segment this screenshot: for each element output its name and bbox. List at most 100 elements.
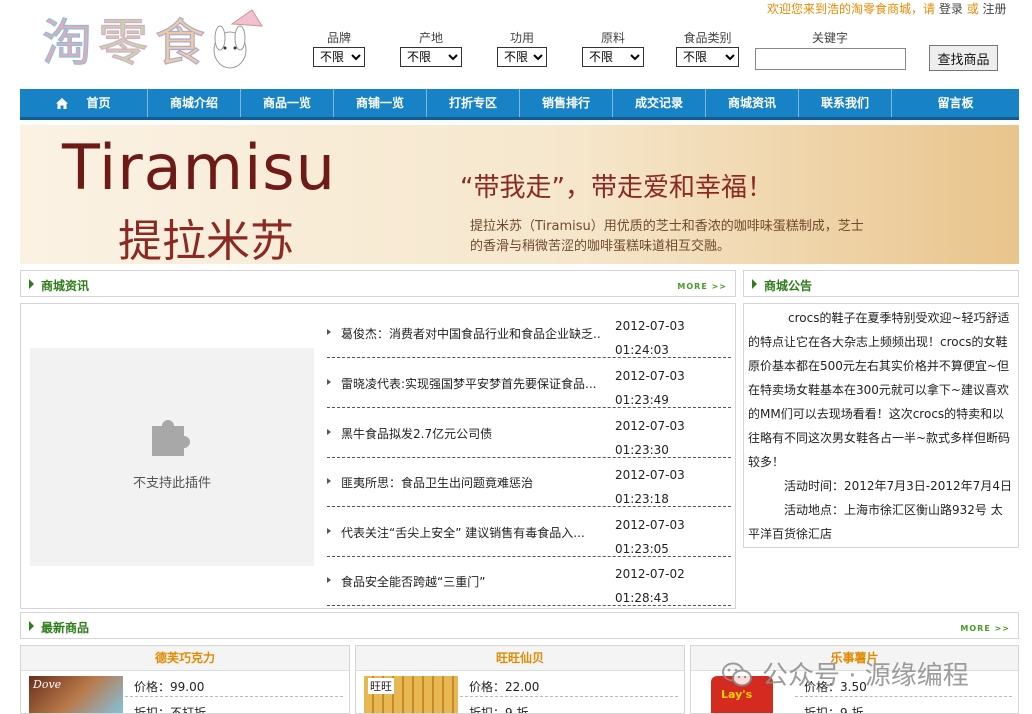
notice-line: 平洋百货徐汇店 bbox=[748, 527, 833, 541]
register-link[interactable]: 注册 bbox=[983, 2, 1007, 16]
latest-more-link[interactable]: MORE >> bbox=[960, 624, 1010, 633]
product-name[interactable]: 旺旺仙贝 bbox=[356, 646, 684, 671]
nav-item-news[interactable]: 商城资讯 bbox=[706, 89, 799, 117]
news-item[interactable]: 葛俊杰：消费者对中国食品行业和食品企业缺乏... 2012-07-03 01:24… bbox=[327, 308, 731, 358]
product-image[interactable]: Dove bbox=[29, 676, 123, 713]
search-button[interactable]: 查找商品 bbox=[929, 45, 998, 71]
svg-text:食: 食 bbox=[155, 14, 205, 72]
notice-line: 的MM们可以去现场看看！这次crocs的特卖和以 bbox=[748, 407, 1005, 421]
news-item[interactable]: 代表关注“舌尖上安全” 建议销售有毒食品入... 2012-07-03 01:23… bbox=[327, 507, 731, 557]
nav-item-guestbook[interactable]: 留言板 bbox=[892, 89, 1019, 117]
news-datetime: 2012-07-02 01:28:43 bbox=[615, 567, 685, 605]
filter-ingredient: 原料 不限 bbox=[582, 29, 644, 67]
filter-origin-label: 产地 bbox=[418, 31, 443, 45]
bullet-icon bbox=[327, 528, 331, 534]
product-price: 价格：22.00 bbox=[469, 680, 540, 694]
login-link[interactable]: 登录 bbox=[939, 2, 963, 16]
news-item[interactable]: 食品安全能否跨越“三重门” 2012-07-02 01:28:43 bbox=[327, 556, 731, 606]
news-datetime: 2012-07-03 01:23:30 bbox=[615, 419, 685, 457]
filter-function: 功用 不限 bbox=[497, 29, 547, 67]
product-name[interactable]: 德芙巧克力 bbox=[21, 646, 349, 671]
notice-line: 往略有不同这次男女鞋各占一半~款式多样但断码 bbox=[748, 431, 1011, 445]
nav-item-shops[interactable]: 商铺一览 bbox=[334, 89, 427, 117]
banner-desc-line1: 提拉米苏（Tiramisu）用优质的芝士和香浓的咖啡味蛋糕制成，芝士 bbox=[470, 219, 864, 234]
filter-function-label: 功用 bbox=[509, 31, 534, 45]
filter-ingredient-select[interactable]: 不限 bbox=[582, 47, 644, 67]
product-discount: 折扣：9 折 bbox=[469, 706, 529, 714]
plugin-placeholder: 不支持此插件 bbox=[30, 348, 314, 566]
bullet-icon bbox=[327, 577, 331, 583]
nav-item-products[interactable]: 商品一览 bbox=[241, 89, 334, 117]
product-discount: 折扣：不打折 bbox=[134, 706, 207, 714]
notice-line: 原价基本都在500元左右其实价格并不算便宜~但 bbox=[748, 359, 1009, 373]
keyword-label: 关键字 bbox=[812, 31, 849, 45]
product-price: 价格：99.00 bbox=[134, 680, 205, 694]
news-item[interactable]: 匪夷所思：食品卫生出问题竟难惩治 2012-07-03 01:23:18 bbox=[327, 457, 731, 507]
nav-item-ranking[interactable]: 销售排行 bbox=[520, 89, 613, 117]
filter-category-select[interactable]: 不限 bbox=[676, 47, 739, 67]
news-datetime: 2012-07-03 01:24:03 bbox=[615, 319, 685, 357]
news-title[interactable]: 匪夷所思：食品卫生出问题竟难惩治 bbox=[341, 474, 601, 491]
notice-panel-title: 商城公告 bbox=[764, 279, 813, 293]
nav-item-home[interactable]: 首页 bbox=[20, 89, 148, 117]
bullet-icon bbox=[327, 429, 331, 435]
welcome-text: 欢迎您来到浩的淘零食商城，请 bbox=[767, 2, 936, 16]
nav-item-contact[interactable]: 联系我们 bbox=[799, 89, 892, 117]
news-panel-title: 商城资讯 bbox=[41, 279, 90, 293]
news-title[interactable]: 黑牛食品拟发2.7亿元公司债 bbox=[341, 425, 601, 442]
latest-panel-title: 最新商品 bbox=[41, 621, 90, 635]
svg-text:零: 零 bbox=[98, 14, 148, 72]
divider bbox=[460, 696, 678, 697]
news-title[interactable]: 葛俊杰：消费者对中国食品行业和食品企业缺乏... bbox=[341, 325, 601, 342]
filter-function-select[interactable]: 不限 bbox=[497, 47, 547, 67]
bullet-icon bbox=[327, 478, 331, 484]
notice-line: 活动地点：上海市徐汇区衡山路932号 太 bbox=[784, 503, 1003, 517]
triangle-right-icon bbox=[29, 621, 34, 631]
product-card[interactable]: 旺旺仙贝 旺旺 价格：22.00 折扣：9 折 bbox=[355, 645, 685, 714]
filter-category-label: 食品类别 bbox=[683, 31, 732, 45]
filter-ingredient-label: 原料 bbox=[600, 31, 625, 45]
filter-origin-select[interactable]: 不限 bbox=[400, 47, 462, 67]
news-item[interactable]: 黑牛食品拟发2.7亿元公司债 2012-07-03 01:23:30 bbox=[327, 408, 731, 458]
filter-brand-select[interactable]: 不限 bbox=[313, 47, 365, 67]
nav-item-discount[interactable]: 打折专区 bbox=[427, 89, 520, 117]
site-logo[interactable]: 淘 零 食 bbox=[40, 2, 265, 77]
bullet-icon bbox=[327, 329, 331, 335]
news-more-link[interactable]: MORE >> bbox=[677, 282, 727, 291]
news-title[interactable]: 食品安全能否跨越“三重门” bbox=[341, 573, 601, 590]
product-image-label: Dove bbox=[33, 678, 62, 691]
divider bbox=[125, 696, 343, 697]
news-item[interactable]: 雷晓凌代表:实现强国梦平安梦首先要保证食品... 2012-07-03 01:23… bbox=[327, 358, 731, 408]
nav-item-records[interactable]: 成交记录 bbox=[613, 89, 706, 117]
product-discount: 折扣：9 折 bbox=[804, 706, 864, 714]
notice-line: 的特点让它在各大杂志上频频出现！crocs的女鞋 bbox=[748, 335, 1008, 349]
filter-brand: 品牌 不限 bbox=[313, 29, 365, 67]
bullet-icon bbox=[327, 379, 331, 385]
notice-panel-header: 商城公告 bbox=[743, 270, 1019, 297]
filter-origin: 产地 不限 bbox=[400, 29, 462, 67]
product-image[interactable]: 旺旺 bbox=[364, 676, 458, 713]
news-datetime: 2012-07-03 01:23:18 bbox=[615, 468, 685, 506]
nav-item-intro[interactable]: 商城介绍 bbox=[148, 89, 241, 117]
notice-line: 活动时间：2012年7月3日-2012年7月4日 bbox=[784, 479, 1012, 493]
banner-title-en: Tiramisu bbox=[62, 131, 336, 204]
news-title[interactable]: 雷晓凌代表:实现强国梦平安梦首先要保证食品... bbox=[341, 375, 601, 392]
promo-banner[interactable]: Tiramisu 提拉米苏 “带我走”，带走爱和幸福！ 提拉米苏（Tiramis… bbox=[20, 125, 1019, 264]
product-card[interactable]: 德芙巧克力 Dove 价格：99.00 折扣：不打折 bbox=[20, 645, 350, 714]
filter-brand-label: 品牌 bbox=[326, 31, 351, 45]
triangle-right-icon bbox=[752, 279, 757, 289]
news-title[interactable]: 代表关注“舌尖上安全” 建议销售有毒食品入... bbox=[341, 524, 601, 541]
latest-panel-header: 最新商品 MORE >> bbox=[20, 612, 1019, 639]
keyword-input[interactable] bbox=[755, 48, 906, 70]
banner-title-cn: 提拉米苏 bbox=[118, 216, 294, 264]
watermark-text: 公众号 · 源缘编程 bbox=[762, 661, 969, 691]
svg-text:淘: 淘 bbox=[42, 14, 92, 72]
banner-slogan: “带我走”，带走爱和幸福！ bbox=[460, 173, 773, 203]
banner-desc-line2: 的香滑与稍微苦涩的咖啡蛋糕味道相互交融。 bbox=[470, 239, 731, 254]
wechat-icon bbox=[722, 662, 752, 695]
news-panel-header: 商城资讯 MORE >> bbox=[20, 270, 736, 297]
main-nav: 首页 商城介绍 商品一览 商铺一览 打折专区 销售排行 成交记录 商城资讯 联系… bbox=[20, 89, 1019, 120]
divider bbox=[795, 696, 1012, 697]
plugin-text: 不支持此插件 bbox=[132, 476, 211, 491]
filter-category: 食品类别 不限 bbox=[676, 29, 739, 67]
